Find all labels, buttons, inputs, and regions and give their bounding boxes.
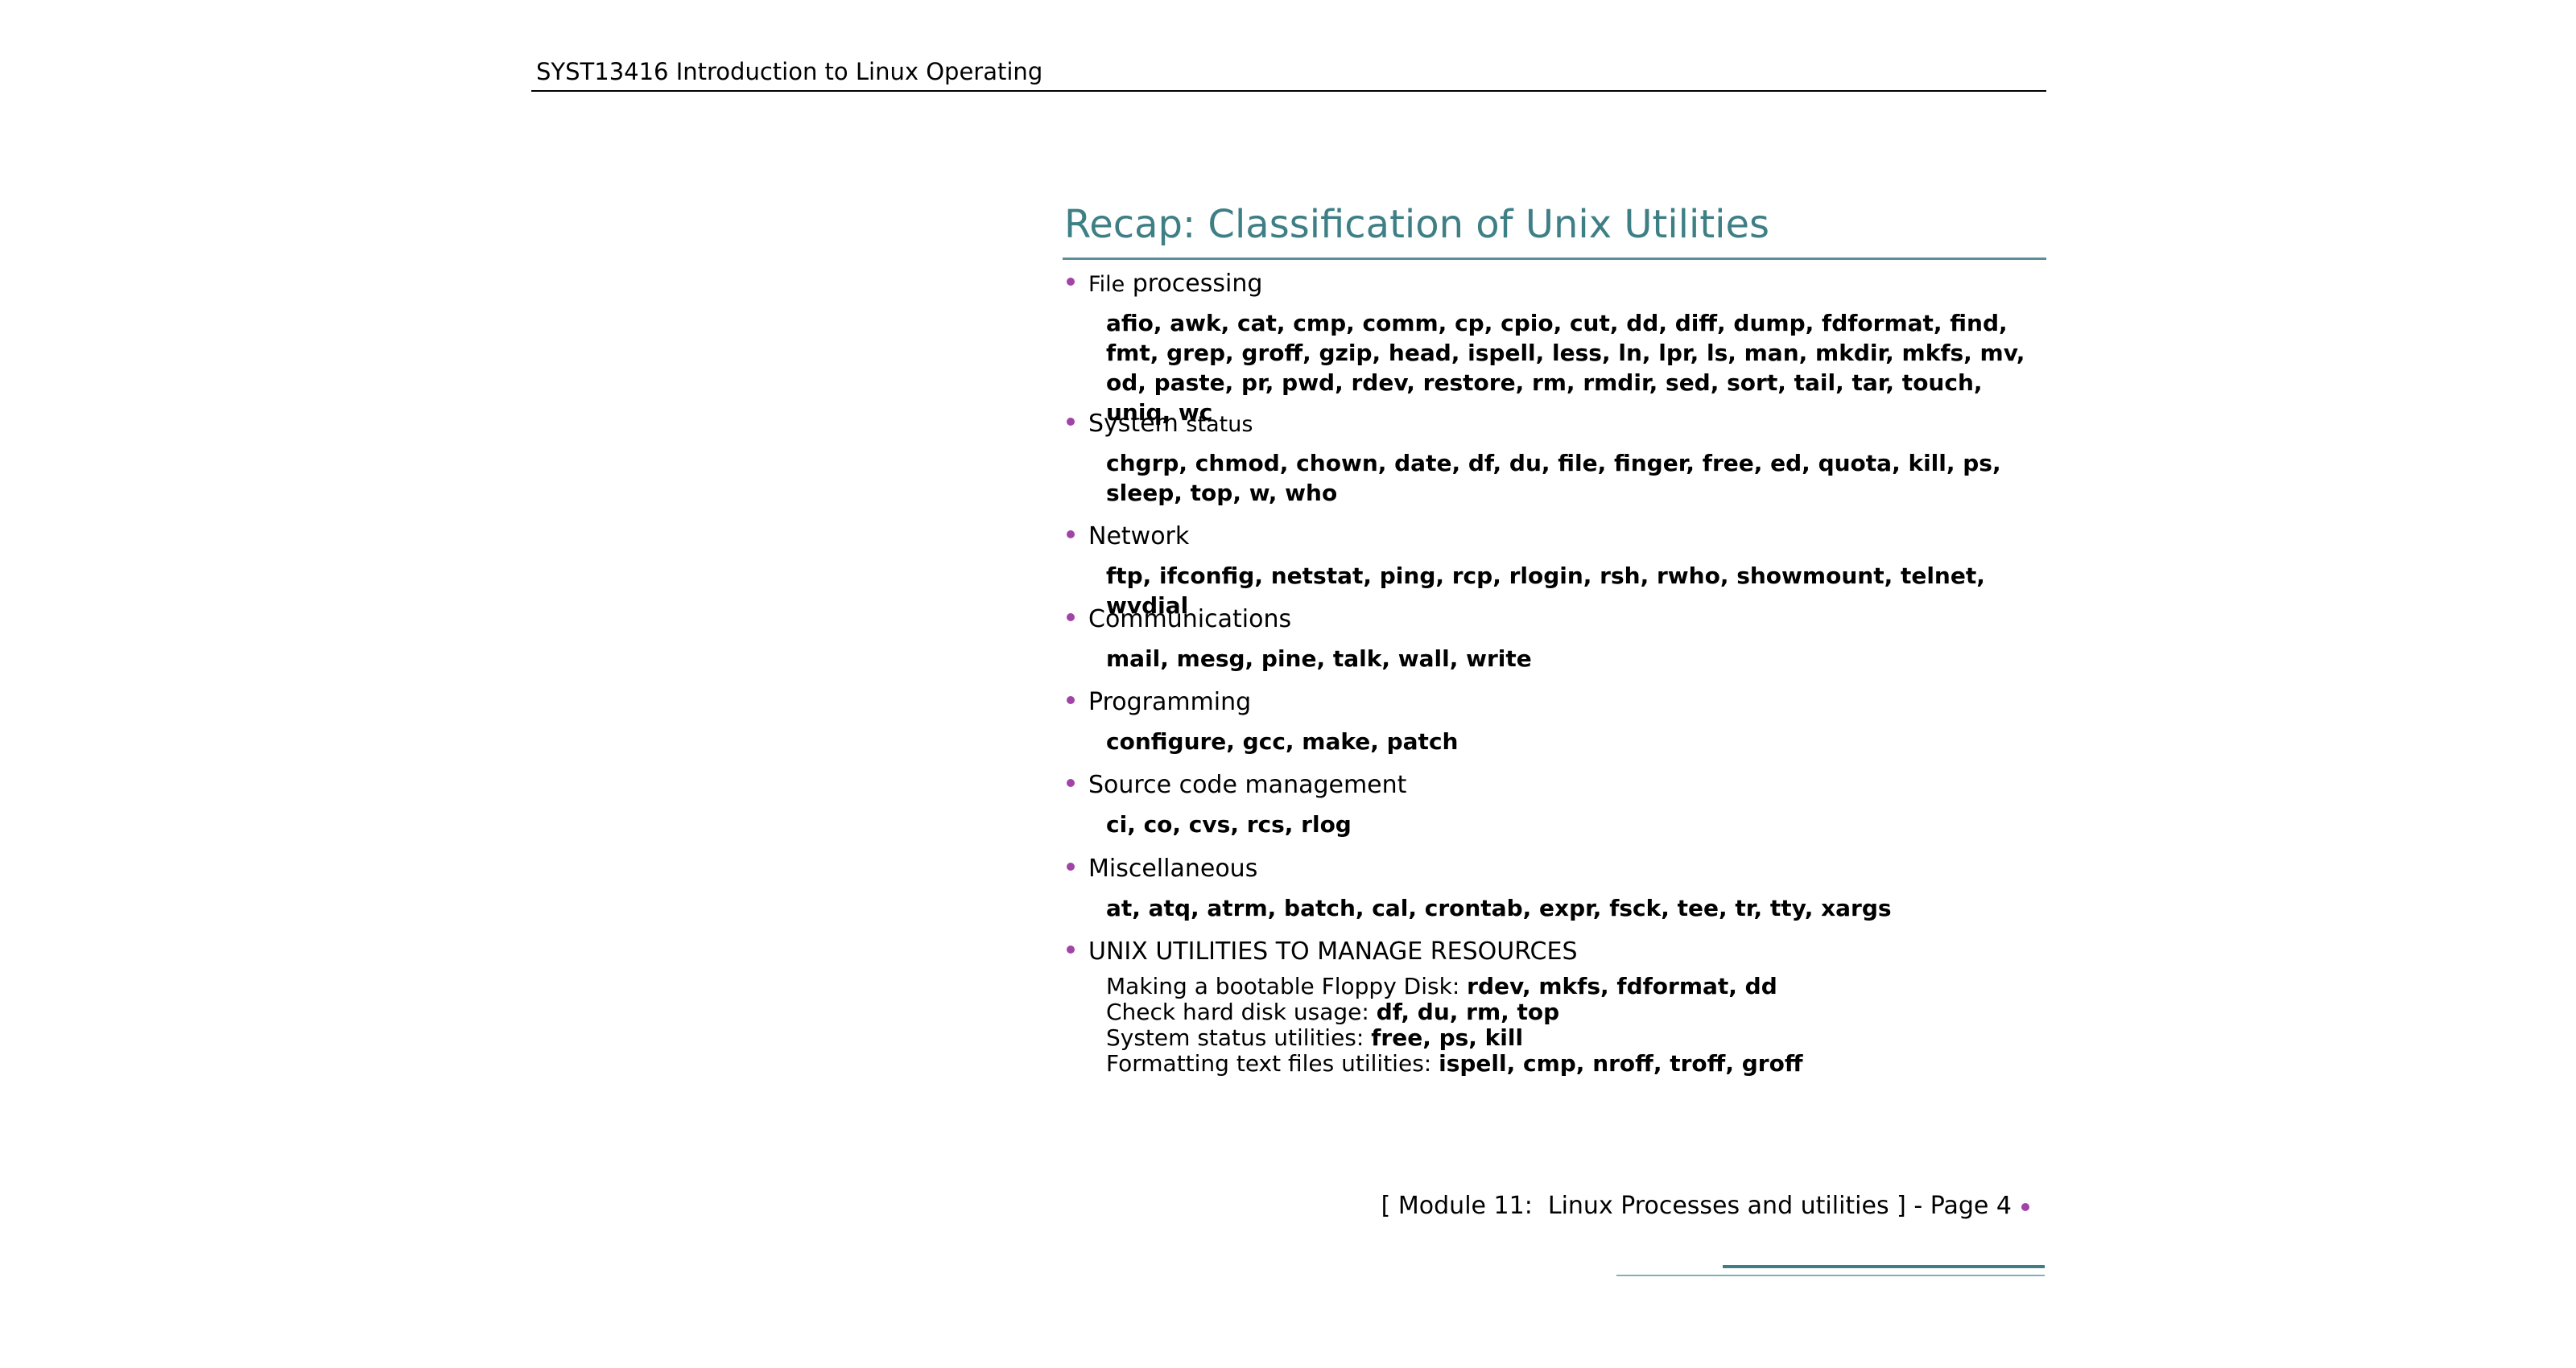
command-list: mail, mesg, pine, talk, wall, write xyxy=(1106,645,1532,672)
category-label: Miscellaneous xyxy=(1088,855,1258,883)
bullet-icon xyxy=(1067,696,1075,704)
bullet-icon xyxy=(1067,779,1075,787)
bullet-icon xyxy=(1067,863,1075,871)
category-miscellaneous: Miscellaneous at, atq, atrm, batch, cal,… xyxy=(1063,854,2046,923)
footer-rule-light xyxy=(1616,1275,2045,1276)
category-programming: Programming configure, gcc, make, patch xyxy=(1063,687,2046,756)
slide-title: Recap: Classification of Unix Utilities xyxy=(1064,202,1770,247)
category-label: Programming xyxy=(1088,688,1252,716)
category-label: System status xyxy=(1088,410,1253,438)
command-list: ci, co, cvs, rcs, rlog xyxy=(1106,811,1352,838)
resource-line: Formatting text files utilities: ispell,… xyxy=(1106,1050,1803,1077)
page-header: SYST13416 Introduction to Linux Operatin… xyxy=(531,55,2046,92)
bullet-icon xyxy=(1067,418,1075,426)
bullet-icon xyxy=(2021,1203,2029,1211)
resource-list: Making a bootable Floppy Disk: rdev, mkf… xyxy=(1106,974,2046,1077)
page-footer: [ Module 11: Linux Processes and utiliti… xyxy=(1368,1191,2047,1226)
bullet-icon xyxy=(1067,946,1075,954)
slide: Recap: Classification of Unix Utilities … xyxy=(1063,201,2046,1077)
command-list: chgrp, chmod, chown, date, df, du, file,… xyxy=(1106,450,2001,506)
bullet-icon xyxy=(1067,278,1075,286)
category-label: File processing xyxy=(1088,270,1263,298)
category-system-status: System status chgrp, chmod, chown, date,… xyxy=(1063,409,2046,508)
course-title: SYST13416 Introduction to Linux Operatin… xyxy=(536,58,1043,85)
bullet-icon xyxy=(1067,613,1075,621)
footer-rule xyxy=(1723,1265,2045,1268)
category-file-processing: File processing afio, awk, cat, cmp, com… xyxy=(1063,269,2046,427)
category-label: Source code management xyxy=(1088,771,1407,799)
resource-line: Making a bootable Floppy Disk: rdev, mkf… xyxy=(1106,973,1777,999)
slide-title-bar: Recap: Classification of Unix Utilities xyxy=(1063,201,2046,260)
category-label: Communications xyxy=(1088,605,1292,633)
bullet-icon xyxy=(1067,530,1075,538)
command-list: at, atq, atrm, batch, cal, crontab, expr… xyxy=(1106,895,1892,921)
category-label: UNIX UTILITIES TO MANAGE RESOURCES xyxy=(1088,937,1578,966)
command-list: configure, gcc, make, patch xyxy=(1106,728,1459,755)
category-manage-resources: UNIX UTILITIES TO MANAGE RESOURCES Makin… xyxy=(1063,937,2046,1077)
footer-text: [ Module 11: Linux Processes and utiliti… xyxy=(1381,1192,2012,1220)
category-communications: Communications mail, mesg, pine, talk, w… xyxy=(1063,604,2046,674)
category-label: Network xyxy=(1088,522,1190,550)
resource-line: System status utilities: free, ps, kill xyxy=(1106,1024,1524,1051)
category-source-code-management: Source code management ci, co, cvs, rcs,… xyxy=(1063,770,2046,839)
resource-line: Check hard disk usage: df, du, rm, top xyxy=(1106,999,1560,1025)
